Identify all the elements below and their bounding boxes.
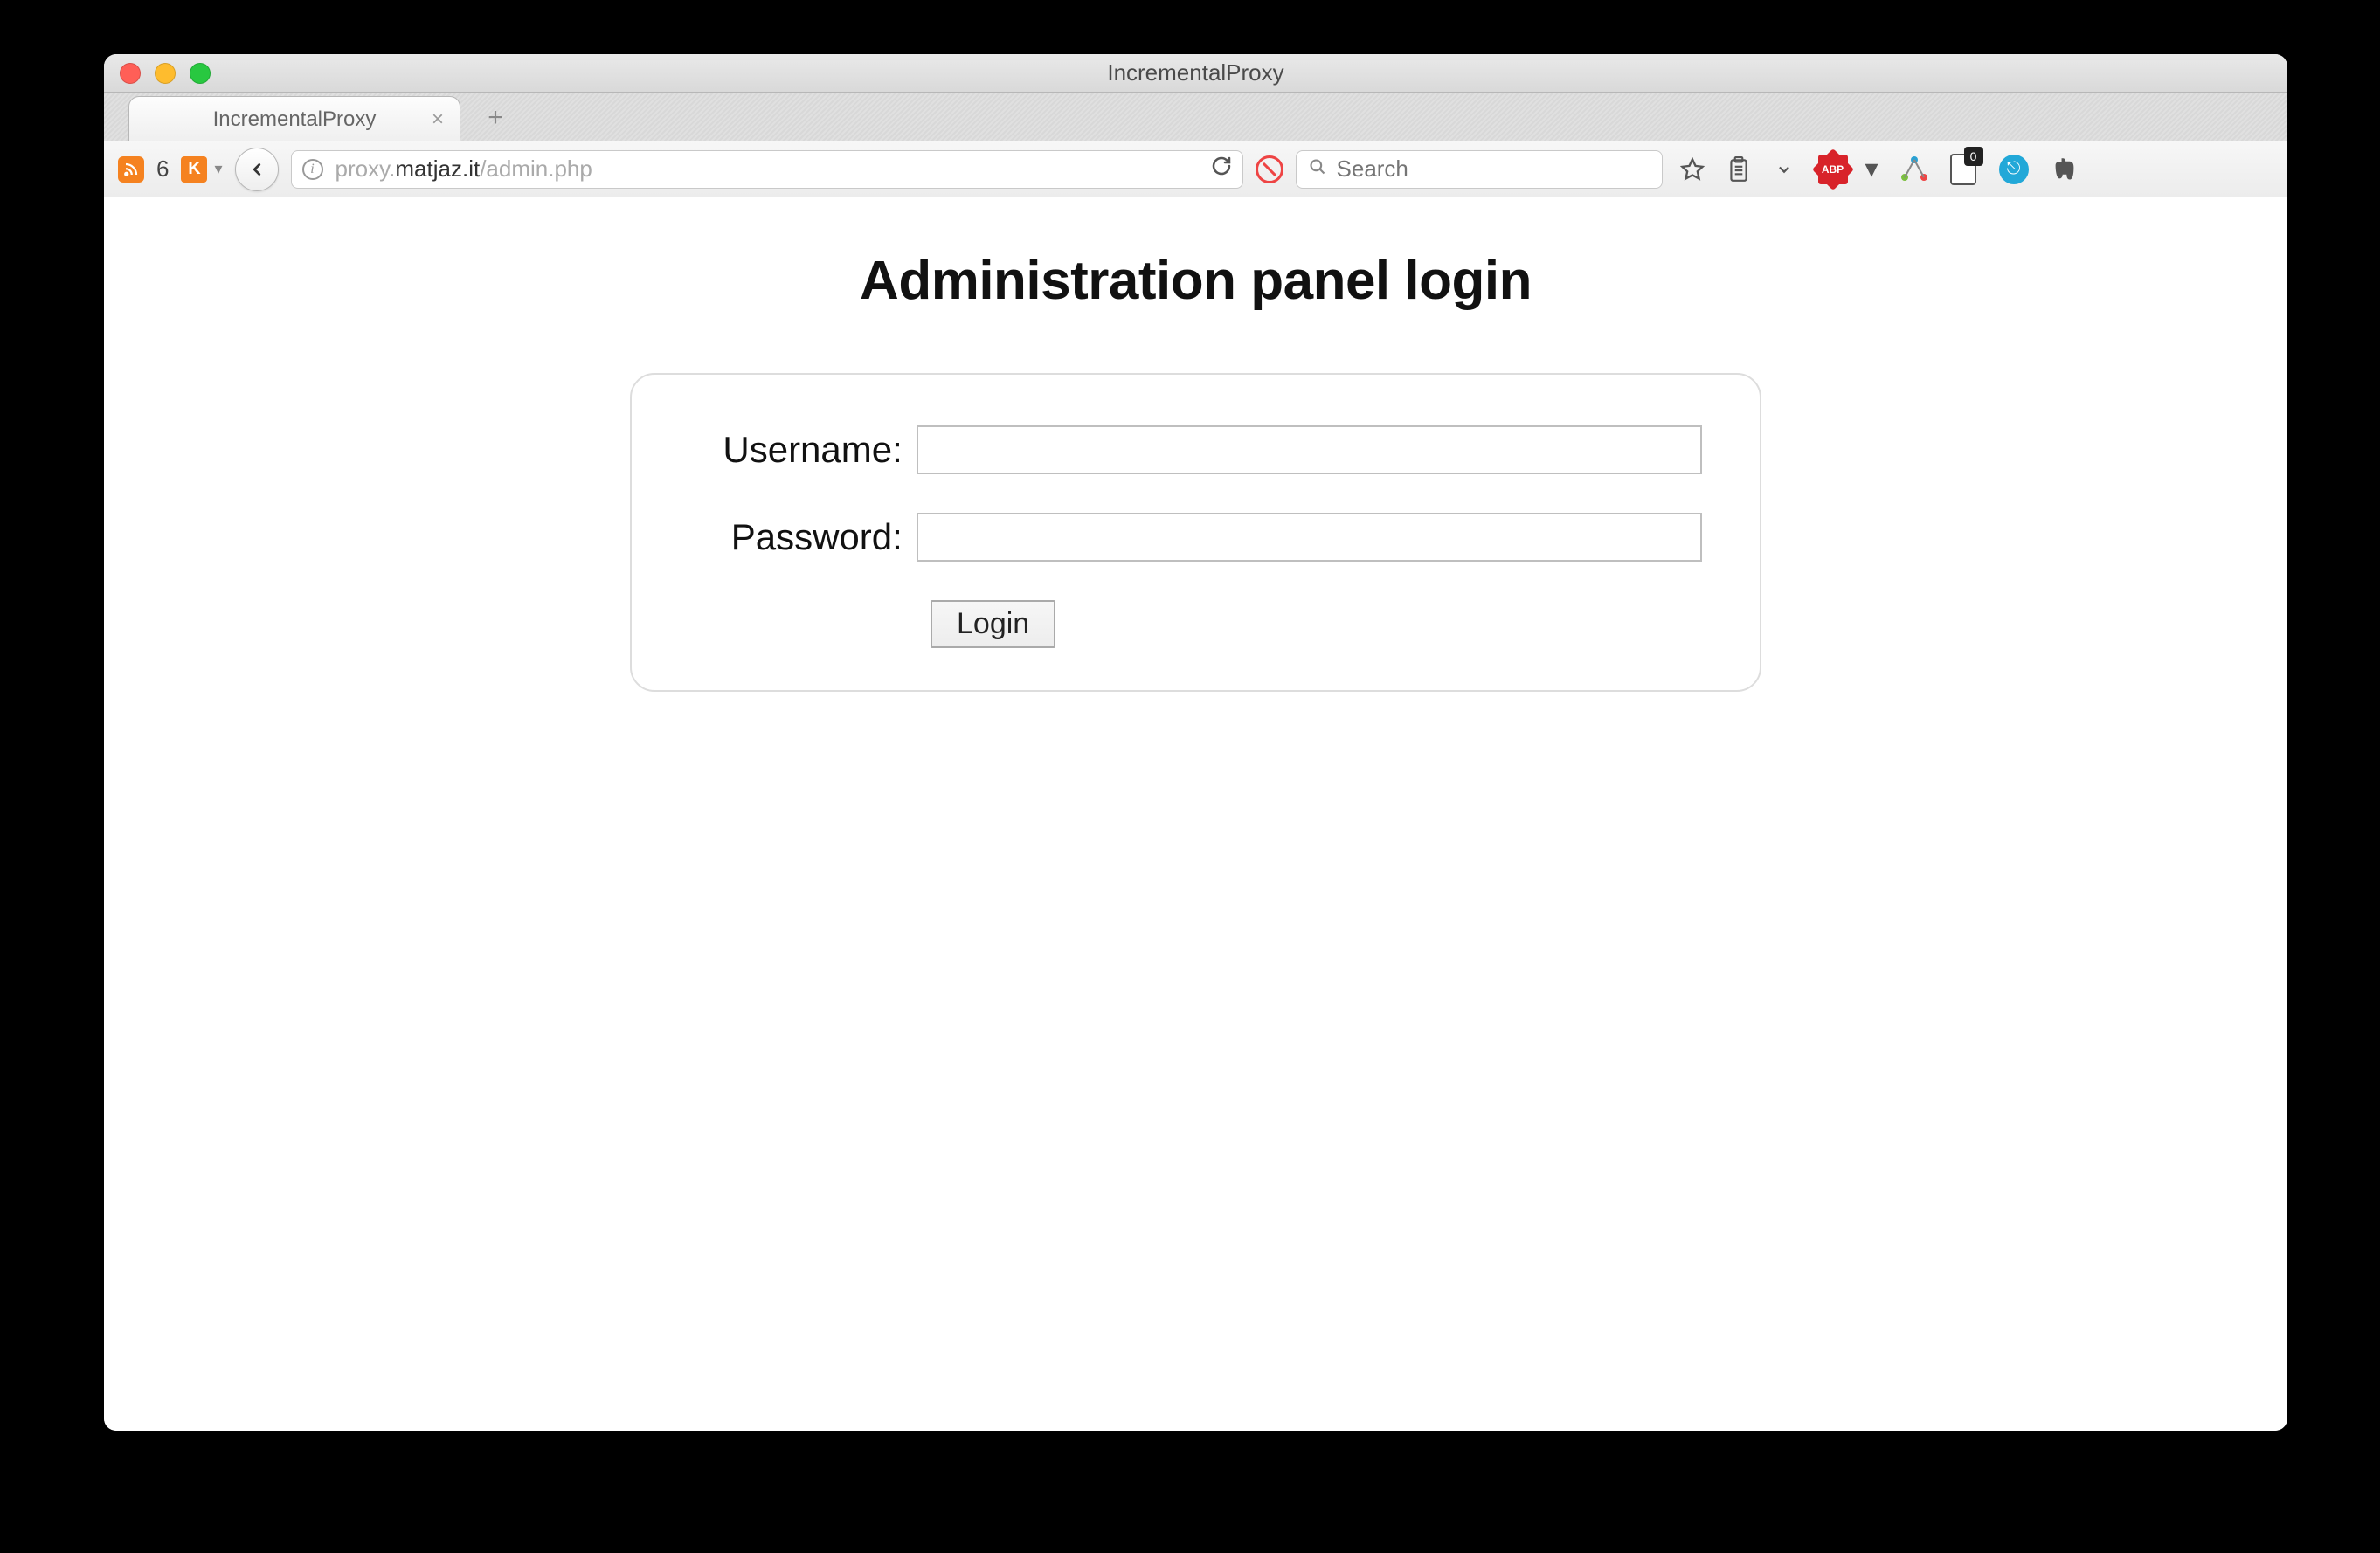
minimize-window-button[interactable] <box>155 63 176 84</box>
zoom-window-button[interactable] <box>190 63 211 84</box>
browser-window: IncrementalProxy IncrementalProxy × + 6 … <box>104 54 2287 1431</box>
rss-icon[interactable] <box>118 156 144 183</box>
password-label: Password: <box>689 516 917 558</box>
feed-count: 6 <box>156 155 169 183</box>
window-controls <box>120 63 211 84</box>
password-input[interactable] <box>917 513 1702 562</box>
username-input[interactable] <box>917 425 1702 474</box>
browser-tab[interactable]: IncrementalProxy × <box>128 96 460 141</box>
tab-title: IncrementalProxy <box>213 107 377 132</box>
extension-dropdown-icon[interactable]: ▾ <box>214 160 222 178</box>
window-title: IncrementalProxy <box>104 59 2287 86</box>
bookmark-star-icon[interactable] <box>1680 157 1705 182</box>
round-blue-extension-icon[interactable]: ⎋ <box>1999 155 2029 184</box>
notes-icon[interactable]: 0 <box>1950 154 1976 185</box>
noscript-icon[interactable] <box>1256 155 1283 183</box>
page-heading: Administration panel login <box>860 250 1532 312</box>
toolbar-right-icons: ABP ▾ 0 ⎋ <box>1680 154 2127 185</box>
extension-orange-icon[interactable]: K <box>181 156 207 183</box>
titlebar: IncrementalProxy <box>104 54 2287 93</box>
tab-strip: IncrementalProxy × + <box>104 93 2287 141</box>
url-text: proxy.matjaz.it/admin.php <box>336 155 592 183</box>
share-nodes-icon[interactable] <box>1901 156 1927 183</box>
close-tab-button[interactable]: × <box>432 109 444 130</box>
new-tab-button[interactable]: + <box>476 99 515 137</box>
menu-button[interactable] <box>2100 163 2127 176</box>
login-panel: Username: Password: Login <box>630 373 1761 692</box>
notes-badge: 0 <box>1964 147 1983 166</box>
username-row: Username: <box>689 425 1702 474</box>
search-bar[interactable] <box>1296 150 1663 189</box>
close-window-button[interactable] <box>120 63 141 84</box>
site-info-icon[interactable]: i <box>302 159 323 180</box>
reload-button[interactable] <box>1211 155 1232 183</box>
adblock-dropdown-icon[interactable]: ▾ <box>1865 154 1878 184</box>
search-icon <box>1309 158 1326 181</box>
adblock-icon[interactable]: ABP <box>1818 155 1848 184</box>
submit-row: Login <box>689 600 1702 648</box>
reading-list-icon[interactable] <box>1727 156 1750 183</box>
back-button[interactable] <box>235 148 279 191</box>
page-content: Administration panel login Username: Pas… <box>104 197 2287 692</box>
page-viewport: Administration panel login Username: Pas… <box>104 197 2287 1431</box>
evernote-icon[interactable] <box>2051 156 2078 183</box>
url-bar[interactable]: i proxy.matjaz.it/admin.php <box>291 150 1243 189</box>
downloads-icon[interactable] <box>1773 156 1795 183</box>
username-label: Username: <box>689 429 917 471</box>
search-input[interactable] <box>1337 155 1650 183</box>
toolbar: 6 K ▾ i proxy.matjaz.it/admin.php <box>104 141 2287 197</box>
login-button[interactable]: Login <box>931 600 1055 648</box>
password-row: Password: <box>689 513 1702 562</box>
